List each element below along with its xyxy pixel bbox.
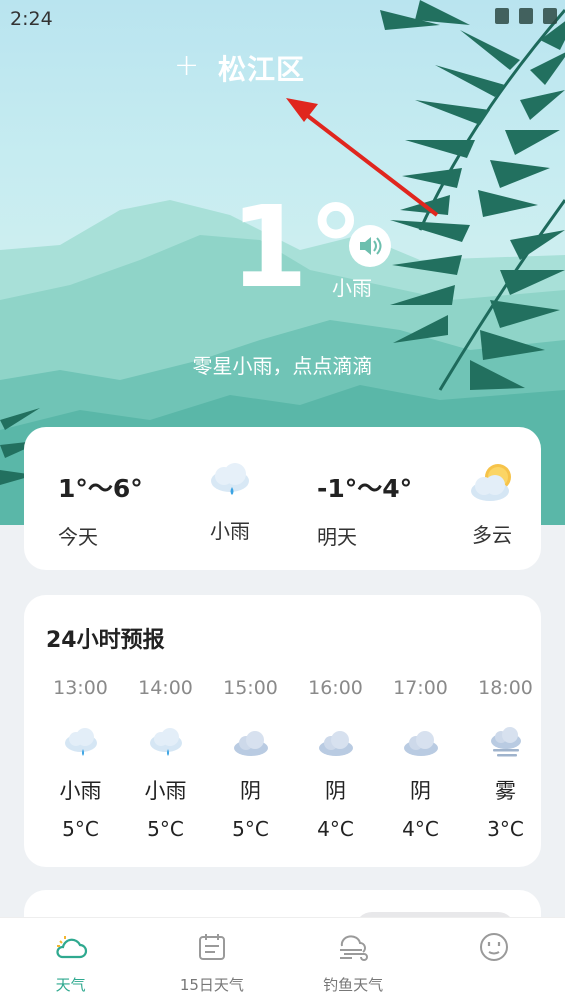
hour-temperature: 5°C bbox=[232, 817, 269, 841]
partly-cloudy-icon bbox=[471, 464, 511, 501]
hour-condition: 小雨 bbox=[59, 779, 102, 803]
nav-label: 钓鱼天气 bbox=[323, 976, 384, 994]
today-forecast: 1°～6° 今天 bbox=[58, 469, 143, 550]
hour-temperature: 4°C bbox=[402, 817, 439, 841]
current-condition: 小雨 bbox=[332, 276, 372, 300]
nav-label: 15日天气 bbox=[179, 976, 244, 994]
hour-condition: 雾 bbox=[495, 779, 516, 803]
hour-time: 16:00 bbox=[308, 677, 363, 699]
rain-cloud-icon bbox=[211, 463, 249, 495]
hour-temperature: 5°C bbox=[62, 817, 99, 841]
tomorrow-condition: 多云 bbox=[468, 461, 516, 548]
overcast-cloud-icon bbox=[233, 731, 268, 756]
hour-temperature: 3°C bbox=[487, 817, 524, 841]
hour-item: 14:00 小雨 5°C bbox=[123, 677, 208, 841]
hour-condition: 小雨 bbox=[144, 779, 187, 803]
city-name[interactable]: 松江区 bbox=[218, 48, 305, 88]
hour-item: 17:00 阴 4°C bbox=[378, 677, 463, 841]
overcast-cloud-icon bbox=[318, 731, 353, 756]
hour-time: 17:00 bbox=[393, 677, 448, 699]
hourly-forecast-title: 24小时预报 bbox=[46, 628, 165, 653]
today-condition-label: 小雨 bbox=[210, 519, 250, 543]
overcast-cloud-icon bbox=[403, 731, 438, 756]
hour-item: 13:00 小雨 5°C bbox=[38, 677, 123, 841]
weather-cloud-icon bbox=[56, 936, 87, 959]
hour-time: 13:00 bbox=[53, 677, 108, 699]
weather-summary: 零星小雨，点点滴滴 bbox=[192, 354, 373, 378]
wind-icon bbox=[340, 935, 369, 961]
tomorrow-condition-label: 多云 bbox=[472, 523, 512, 547]
add-city-button[interactable]: + bbox=[174, 48, 199, 83]
hour-condition: 阴 bbox=[240, 779, 261, 803]
bottom-navigation: 天气 15日天气 钓鱼天气 bbox=[0, 917, 565, 1004]
hour-time: 14:00 bbox=[138, 677, 193, 699]
hour-time: 18:00 bbox=[478, 677, 533, 699]
tomorrow-temp-range: -1°～4° bbox=[317, 474, 413, 503]
tomorrow-label: 明天 bbox=[317, 525, 357, 549]
nav-item-fishing[interactable]: 钓鱼天气 bbox=[283, 918, 424, 1004]
today-condition: 小雨 bbox=[206, 461, 254, 544]
nav-label: 天气 bbox=[55, 976, 86, 994]
wifi-icon bbox=[519, 8, 533, 24]
hour-item: 15:00 阴 5°C bbox=[208, 677, 293, 841]
battery-icon bbox=[543, 8, 557, 24]
rain-cloud-icon bbox=[64, 728, 97, 756]
face-icon bbox=[480, 933, 509, 961]
fog-icon bbox=[490, 727, 521, 757]
calendar-icon bbox=[198, 934, 225, 960]
today-label: 今天 bbox=[58, 525, 98, 549]
hourly-forecast-card: 24小时预报 13:00 小雨 5°C 14:00 小雨 5°C 15:00 阴… bbox=[24, 595, 541, 867]
today-temp-range: 1°～6° bbox=[58, 474, 143, 503]
speaker-icon bbox=[360, 237, 382, 255]
hour-time: 15:00 bbox=[223, 677, 278, 699]
daily-forecast-card[interactable]: 1°～6° 今天 小雨 -1°～4° 明天 多云 bbox=[24, 427, 541, 570]
status-bar-icons bbox=[495, 8, 557, 24]
nav-item-profile[interactable] bbox=[424, 918, 565, 1004]
hour-condition: 阴 bbox=[325, 779, 346, 803]
hour-temperature: 5°C bbox=[147, 817, 184, 841]
status-bar-time: 2:24 bbox=[10, 8, 53, 30]
hour-item: 18:00 雾 3°C bbox=[463, 677, 541, 841]
hourly-forecast-list[interactable]: 13:00 小雨 5°C 14:00 小雨 5°C 15:00 阴 5°C 16… bbox=[38, 677, 541, 841]
hour-condition: 阴 bbox=[410, 779, 431, 803]
signal-icon bbox=[495, 8, 509, 24]
rain-cloud-icon bbox=[149, 728, 182, 756]
nav-item-weather[interactable]: 天气 bbox=[0, 918, 141, 1004]
hour-item: 16:00 阴 4°C bbox=[293, 677, 378, 841]
nav-item-15day[interactable]: 15日天气 bbox=[141, 918, 282, 1004]
tomorrow-forecast: -1°～4° 明天 bbox=[317, 469, 412, 550]
hour-temperature: 4°C bbox=[317, 817, 354, 841]
voice-broadcast-button[interactable] bbox=[349, 225, 391, 267]
